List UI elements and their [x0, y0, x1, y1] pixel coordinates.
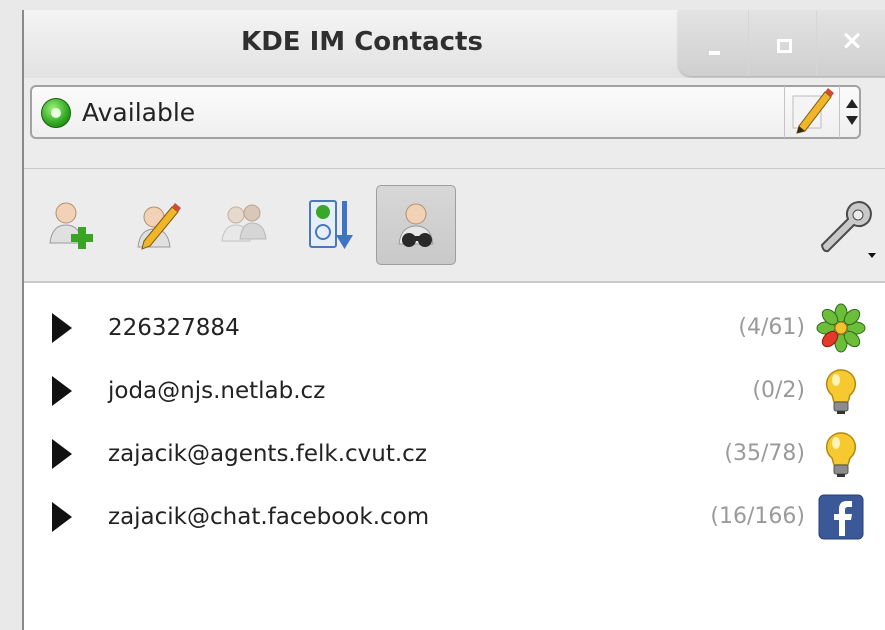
icq-flower-icon [816, 303, 866, 353]
add-contact-icon [49, 202, 93, 249]
expand-arrow-icon[interactable] [52, 502, 72, 532]
account-row[interactable]: zajacik@chat.facebook.com (16/166) [24, 486, 885, 548]
contacts-window: KDE IM Contacts × Available 226327884 (4… [22, 10, 885, 630]
settings-menu-button[interactable] [802, 185, 880, 263]
account-row[interactable]: 226327884 (4/61) [24, 297, 885, 359]
sort-contacts-button[interactable] [290, 185, 368, 263]
settings-wrench-icon [820, 201, 876, 258]
sort-contacts-icon [309, 200, 353, 249]
status-label: Available [82, 98, 196, 127]
title-bar[interactable]: KDE IM Contacts × [24, 10, 885, 78]
edit-contact-button[interactable] [118, 185, 196, 263]
status-online-icon [41, 98, 71, 128]
minimize-button[interactable] [680, 10, 748, 76]
contacts-toolbar [24, 169, 885, 283]
facebook-icon [818, 494, 864, 540]
expand-arrow-icon[interactable] [52, 313, 72, 343]
close-button[interactable]: × [816, 10, 885, 76]
minimize-icon [709, 51, 720, 55]
account-name: zajacik@agents.felk.cvut.cz [108, 441, 427, 467]
window-title: KDE IM Contacts [241, 27, 483, 57]
search-contacts-button[interactable] [376, 185, 456, 265]
account-name: joda@njs.netlab.cz [108, 378, 326, 404]
status-bar: Available [24, 78, 885, 169]
jabber-lightbulb-icon [825, 369, 857, 414]
edit-contact-icon [137, 203, 181, 250]
contact-list: 226327884 (4/61) joda@njs.netlab.cz (0/2… [24, 283, 885, 630]
close-icon: × [840, 25, 864, 56]
account-name: 226327884 [108, 315, 240, 341]
online-count: (0/2) [752, 378, 805, 403]
status-selector[interactable]: Available [30, 85, 861, 139]
pencil-note-icon [792, 88, 834, 134]
online-count: (16/166) [710, 504, 805, 529]
window-controls: × [678, 10, 885, 76]
account-name: zajacik@chat.facebook.com [108, 504, 430, 530]
online-count: (4/61) [738, 315, 805, 340]
maximize-button[interactable] [748, 10, 817, 76]
group-contacts-icon [221, 204, 267, 242]
expand-arrow-icon[interactable] [52, 439, 72, 469]
expand-arrow-icon[interactable] [52, 376, 72, 406]
maximize-icon [777, 39, 792, 53]
account-row[interactable]: zajacik@agents.felk.cvut.cz (35/78) [24, 423, 885, 485]
combo-arrows-icon [846, 99, 858, 125]
online-count: (35/78) [724, 441, 805, 466]
jabber-lightbulb-icon [825, 432, 857, 477]
search-contacts-icon [398, 203, 434, 247]
account-row[interactable]: joda@njs.netlab.cz (0/2) [24, 360, 885, 422]
add-contact-button[interactable] [32, 185, 110, 263]
edit-status-message-button[interactable] [784, 86, 840, 138]
group-contacts-button[interactable] [204, 185, 282, 263]
